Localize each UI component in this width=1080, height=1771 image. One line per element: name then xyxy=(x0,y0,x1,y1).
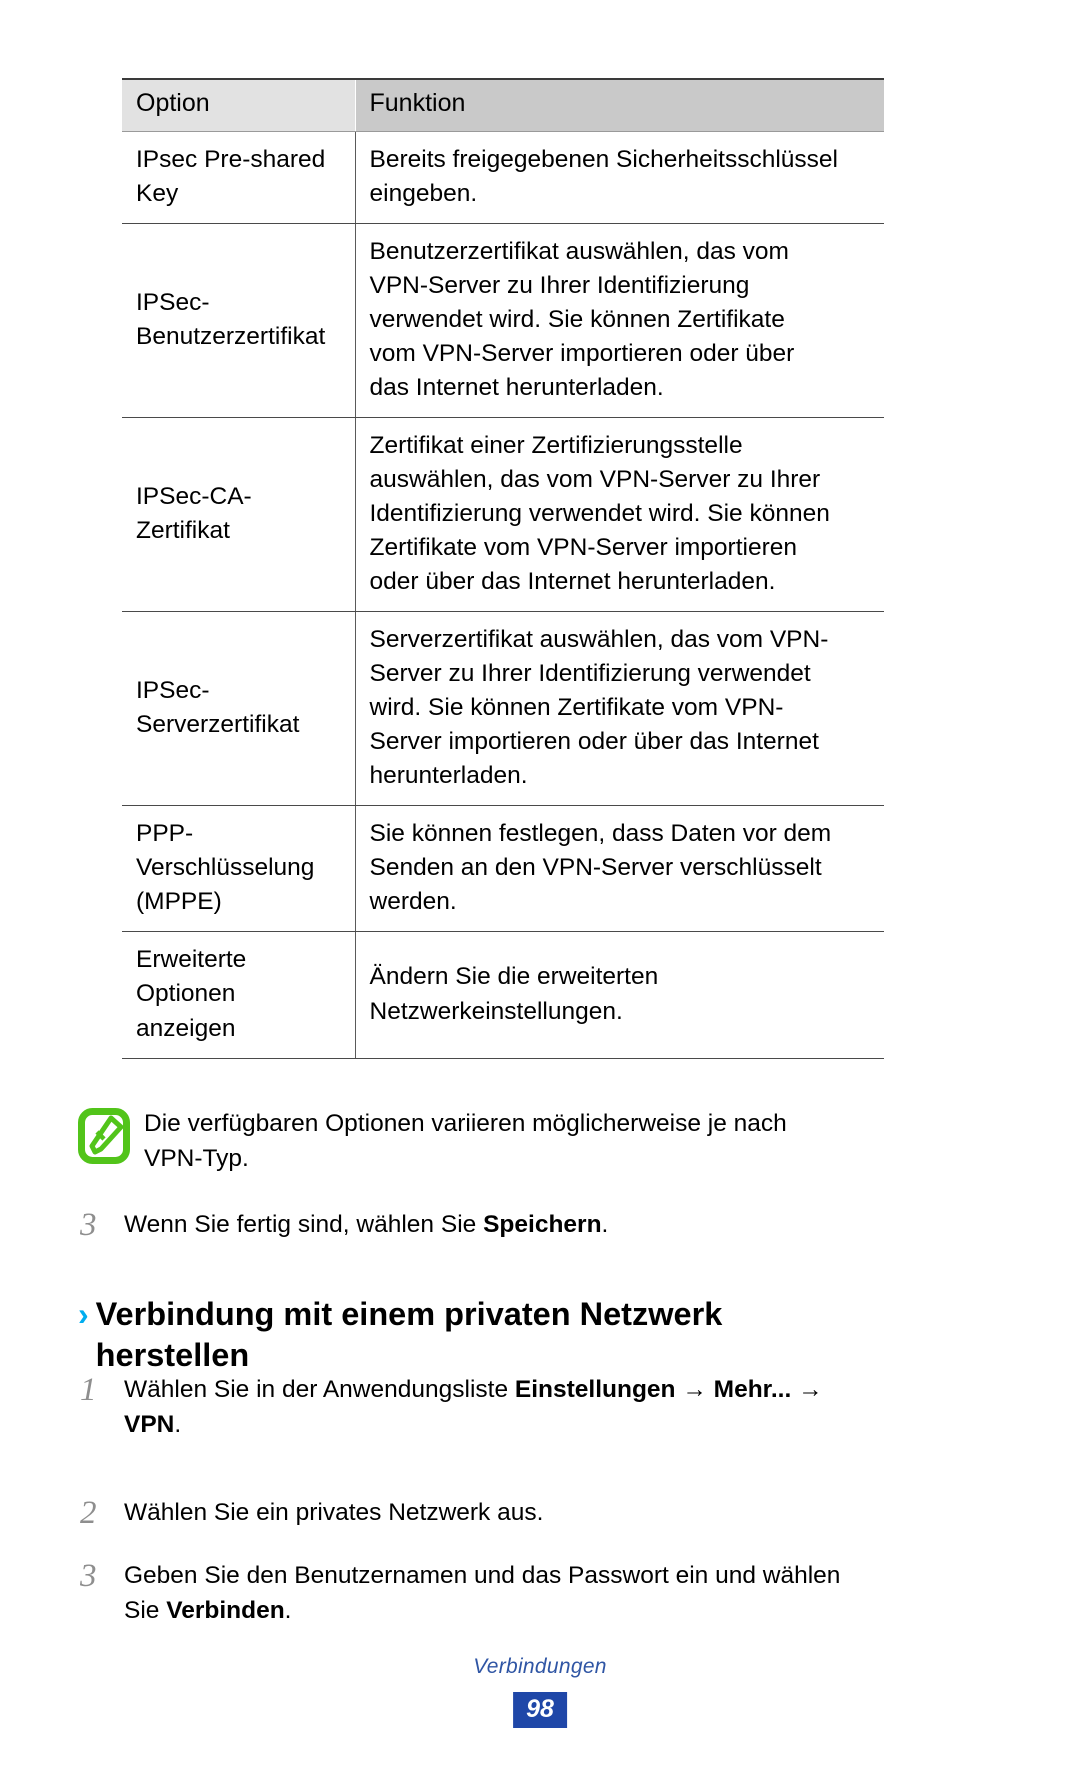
connect-step-2: 2 Wählen Sie ein privates Netzwerk aus. xyxy=(78,1496,978,1531)
table-row: IPSec-CA- Zertifikat Zertifikat einer Ze… xyxy=(122,417,884,613)
option-line: (MPPE) xyxy=(136,888,222,916)
function-line: wird. Sie können Zertifikate vom VPN- xyxy=(369,694,784,722)
table-row: IPSec- Serverzertifikat Serverzertifikat… xyxy=(122,611,884,807)
function-line: Server importieren oder über das Interne… xyxy=(369,728,819,756)
option-line: Optionen xyxy=(136,980,236,1008)
option-cell: IPsec Pre-shared Key xyxy=(122,131,356,224)
function-line: das Internet herunterladen. xyxy=(369,373,664,401)
step-text-suffix: . xyxy=(284,1596,292,1624)
footer-chapter-label: Verbindungen xyxy=(473,1655,607,1678)
step-bold-term: Einstellungen xyxy=(514,1376,676,1403)
connect-step-3: 3 Geben Sie den Benutzernamen und das Pa… xyxy=(78,1559,978,1629)
option-line: IPsec Pre-shared xyxy=(136,145,326,173)
option-line: Benutzerzertifikat xyxy=(136,322,326,350)
table-header-row: Option Funktion xyxy=(122,78,884,132)
option-line: IPSec- xyxy=(136,677,210,705)
function-line: oder über das Internet herunterladen. xyxy=(369,568,776,596)
option-line: Key xyxy=(136,179,179,207)
function-line: Sie können festlegen, dass Daten vor dem xyxy=(369,820,832,848)
step-text: Wenn Sie fertig sind, wählen Sie Speiche… xyxy=(124,1208,608,1243)
note-text: Die verfügbaren Optionen variieren mögli… xyxy=(144,1105,787,1177)
step-text-prefix: Sie xyxy=(124,1596,167,1624)
function-line: Zertifikat einer Zertifizierungsstelle xyxy=(369,431,743,459)
function-line: Zertifikate vom VPN-Server importieren xyxy=(369,533,798,561)
document-page: Option Funktion IPsec Pre-shared Key Ber… xyxy=(0,0,1080,1771)
note-line: Die verfügbaren Optionen variieren mögli… xyxy=(144,1110,787,1137)
step-text-suffix: . xyxy=(174,1410,182,1438)
column-header-funktion: Funktion xyxy=(355,78,884,132)
heading-line: herstellen xyxy=(95,1336,250,1373)
function-line: Serverzertifikat auswählen, das vom VPN- xyxy=(369,626,829,654)
heading-line: Verbindung mit einem privaten Netzwerk xyxy=(95,1296,723,1332)
function-cell: Serverzertifikat auswählen, das vom VPN-… xyxy=(355,611,884,807)
table-row: Erweiterte Optionen anzeigen Ändern Sie … xyxy=(122,931,884,1059)
function-cell: Sie können festlegen, dass Daten vor dem… xyxy=(355,805,884,933)
function-cell: Ändern Sie die erweiterten Netzwerkeinst… xyxy=(355,931,884,1059)
step-bold-term: VPN xyxy=(124,1410,175,1438)
arrow-icon: → xyxy=(675,1376,714,1403)
function-line: verwendet wird. Sie können Zertifikate xyxy=(369,305,785,333)
step-bold-term: Speichern xyxy=(483,1211,602,1238)
option-line: Erweiterte xyxy=(136,946,247,974)
function-line: Senden an den VPN-Server verschlüsselt xyxy=(369,854,822,882)
step-bold-term: Mehr... xyxy=(713,1376,792,1403)
chevron-right-icon: › xyxy=(78,1296,88,1332)
step-text-suffix: . xyxy=(601,1211,609,1238)
function-line: werden. xyxy=(369,888,457,916)
step-number: 3 xyxy=(80,1558,97,1594)
step-bold-term: Verbinden xyxy=(166,1596,285,1624)
option-cell: IPSec- Serverzertifikat xyxy=(122,611,356,807)
table-row: IPsec Pre-shared Key Bereits freigegeben… xyxy=(122,131,884,224)
step-save: 3 Wenn Sie fertig sind, wählen Sie Speic… xyxy=(78,1208,978,1243)
note-pencil-icon xyxy=(78,1108,130,1164)
option-cell: PPP- Verschlüsselung (MPPE) xyxy=(122,805,356,933)
note-line: VPN-Typ. xyxy=(144,1144,249,1172)
function-line: Benutzerzertifikat auswählen, das vom xyxy=(369,237,789,265)
function-cell: Zertifikat einer Zertifizierungsstelle a… xyxy=(355,417,884,613)
option-line: Verschlüsselung xyxy=(136,854,315,882)
function-line: Netzwerkeinstellungen. xyxy=(369,997,623,1025)
function-cell: Benutzerzertifikat auswählen, das vom VP… xyxy=(355,223,884,418)
step-text: Wählen Sie in der Anwendungsliste Einste… xyxy=(124,1373,823,1443)
function-line: auswählen, das vom VPN-Server zu Ihrer xyxy=(369,465,821,493)
column-header-option: Option xyxy=(122,78,356,132)
section-heading-text: Verbindung mit einem privaten Netzwerk h… xyxy=(96,1294,723,1376)
page-number-badge: 98 xyxy=(513,1692,567,1728)
table-row: PPP- Verschlüsselung (MPPE) Sie können f… xyxy=(122,805,884,933)
function-line: Bereits freigegebenen Sicherheitsschlüss… xyxy=(369,145,839,173)
option-line: Zertifikat xyxy=(136,516,230,544)
option-line: anzeigen xyxy=(136,1014,236,1042)
step-text: Geben Sie den Benutzernamen und das Pass… xyxy=(124,1559,840,1629)
option-cell: IPSec-CA- Zertifikat xyxy=(122,417,356,613)
step-line: Geben Sie den Benutzernamen und das Pass… xyxy=(124,1562,841,1589)
step-line: Wählen Sie ein privates Netzwerk aus. xyxy=(124,1499,544,1526)
note-callout: Die verfügbaren Optionen variieren mögli… xyxy=(78,1105,958,1177)
option-line: PPP- xyxy=(136,820,194,848)
arrow-icon: → xyxy=(791,1376,823,1403)
function-line: herunterladen. xyxy=(369,762,528,790)
option-line: IPSec-CA- xyxy=(136,482,252,510)
function-line: eingeben. xyxy=(369,179,478,207)
vpn-options-table: Option Funktion IPsec Pre-shared Key Ber… xyxy=(122,78,884,1059)
option-line: IPSec- xyxy=(136,288,210,316)
step-number: 2 xyxy=(80,1495,97,1531)
step-number: 1 xyxy=(80,1372,97,1408)
step-text-prefix: Wählen Sie in der Anwendungsliste xyxy=(124,1376,515,1403)
function-line: Server zu Ihrer Identifizierung verwende… xyxy=(369,660,811,688)
step-text: Wählen Sie ein privates Netzwerk aus. xyxy=(124,1496,543,1531)
section-heading: › Verbindung mit einem privaten Netzwerk… xyxy=(78,1294,938,1376)
function-line: Ändern Sie die erweiterten xyxy=(369,963,659,991)
function-line: Identifizierung verwendet wird. Sie könn… xyxy=(369,499,830,527)
function-cell: Bereits freigegebenen Sicherheitsschlüss… xyxy=(355,131,884,224)
step-number: 3 xyxy=(80,1207,97,1243)
option-cell: Erweiterte Optionen anzeigen xyxy=(122,931,356,1059)
connect-step-1: 1 Wählen Sie in der Anwendungsliste Eins… xyxy=(78,1373,978,1443)
function-line: VPN-Server zu Ihrer Identifizierung xyxy=(369,271,750,299)
function-line: vom VPN-Server importieren oder über xyxy=(369,339,795,367)
step-text-prefix: Wenn Sie fertig sind, wählen Sie xyxy=(124,1211,484,1238)
option-line: Serverzertifikat xyxy=(136,711,300,739)
table-row: IPSec- Benutzerzertifikat Benutzerzertif… xyxy=(122,223,884,418)
option-cell: IPSec- Benutzerzertifikat xyxy=(122,223,356,418)
